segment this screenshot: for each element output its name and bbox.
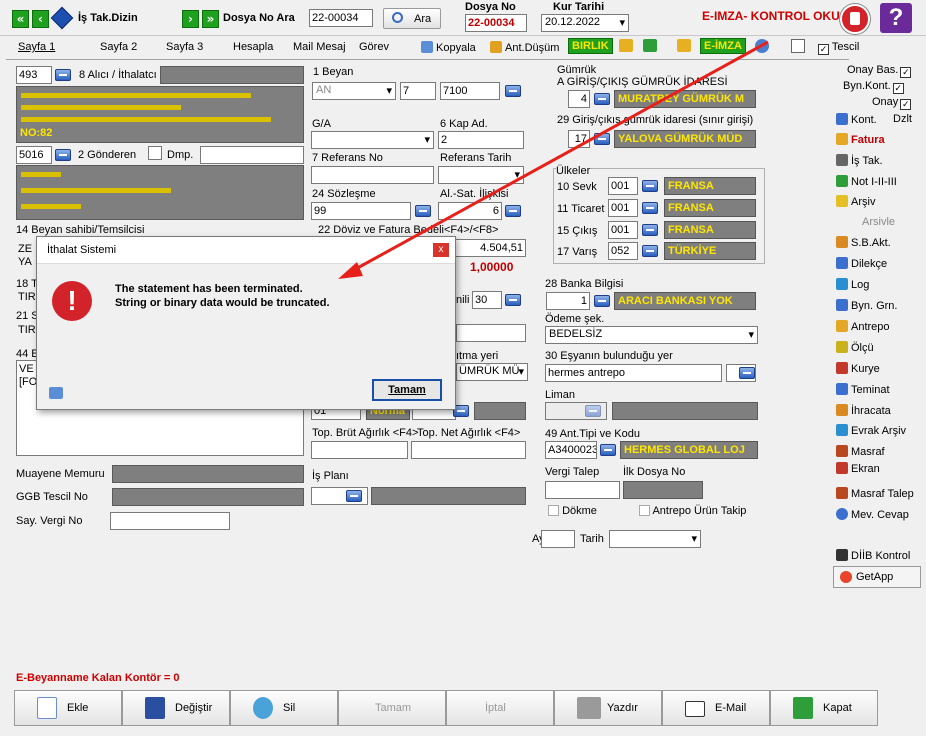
annotation-arrow (338, 40, 769, 279)
